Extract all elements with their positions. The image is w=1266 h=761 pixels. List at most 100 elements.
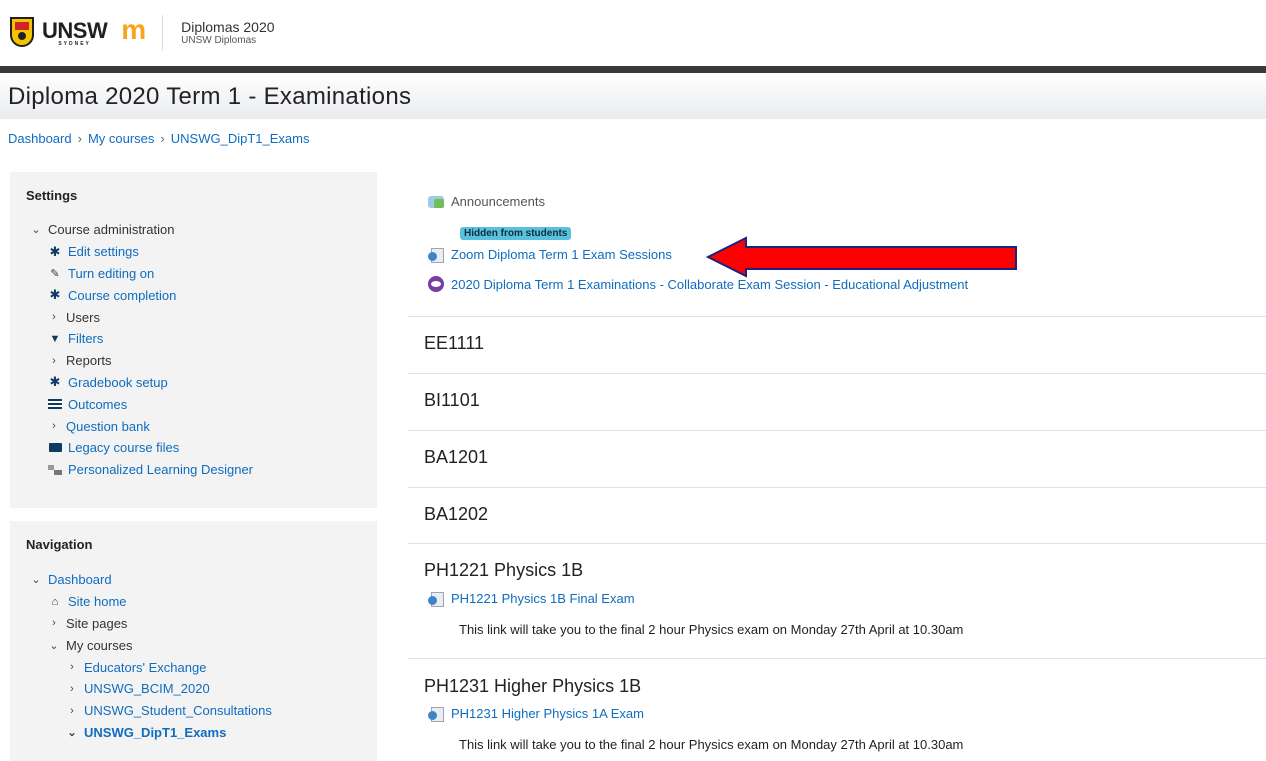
turn-editing-on-link[interactable]: Turn editing on	[68, 266, 154, 281]
collaborate-activity[interactable]: 2020 Diploma Term 1 Examinations - Colla…	[428, 276, 968, 292]
exam-link[interactable]: PH1231 Higher Physics 1A Exam	[451, 706, 644, 721]
exam-activity[interactable]: PH1221 Physics 1B Final Exam	[428, 591, 635, 607]
moodle-logo-icon[interactable]: m	[121, 14, 146, 46]
unsw-logo[interactable]: UNSW SYDNEY	[42, 17, 108, 47]
pencil-icon: ✎	[50, 267, 60, 280]
course-administration-label: Course administration	[48, 222, 175, 238]
chevron-right-icon: ›	[52, 354, 56, 367]
settings-item-legacy-files[interactable]: Legacy course files	[30, 437, 253, 459]
outcomes-link[interactable]: Outcomes	[68, 397, 127, 412]
site-home-link[interactable]: Site home	[68, 594, 127, 609]
page-title: Diploma 2020 Term 1 - Examinations	[8, 83, 412, 110]
section-title: EE1111	[424, 333, 485, 353]
activity-description: This link will take you to the final 2 h…	[459, 622, 964, 637]
nav-item-course[interactable]: › Educators' Exchange	[30, 656, 272, 678]
announcements-activity[interactable]: Announcements	[428, 194, 545, 209]
settings-item-gradebook-setup[interactable]: ✱ Gradebook setup	[30, 372, 253, 394]
forum-icon	[428, 195, 444, 208]
exam-activity[interactable]: PH1231 Higher Physics 1A Exam	[428, 706, 644, 722]
course-section: BI1101	[408, 373, 1266, 430]
navigation-block: Navigation ⌄ Dashboard ⌂ Site home › Sit…	[10, 521, 377, 761]
folder-icon	[48, 443, 62, 453]
nav-item-course[interactable]: › UNSWG_BCIM_2020	[30, 678, 272, 700]
settings-block-title: Settings	[26, 188, 78, 203]
breadcrumb-dashboard[interactable]: Dashboard	[8, 131, 72, 146]
breadcrumb-separator: ›	[160, 131, 165, 146]
gear-icon: ✱	[49, 243, 61, 259]
edit-settings-link[interactable]: Edit settings	[68, 244, 139, 259]
collaborate-icon	[428, 276, 444, 292]
unsw-logo-subtext: SYDNEY	[58, 40, 91, 47]
section-title: PH1221 Physics 1B	[424, 560, 584, 580]
section-title: PH1231 Higher Physics 1B	[424, 676, 642, 696]
nav-item-site-pages[interactable]: › Site pages	[30, 613, 272, 635]
settings-item-reports[interactable]: › Reports	[30, 350, 253, 372]
zoom-activity[interactable]: Zoom Diploma Term 1 Exam Sessions	[428, 247, 672, 263]
nav-item-site-home[interactable]: ⌂ Site home	[30, 591, 272, 613]
settings-block: Settings ⌄ Course administration ✱ Edit …	[10, 172, 377, 508]
chevron-right-icon: ›	[70, 704, 74, 717]
chevron-right-icon: ›	[70, 682, 74, 695]
url-icon	[428, 707, 444, 722]
course-section: BA1201	[408, 430, 1266, 487]
site-subname: UNSW Diplomas	[181, 35, 257, 47]
zoom-link[interactable]: Zoom Diploma Term 1 Exam Sessions	[451, 247, 672, 262]
site-header: UNSW SYDNEY m Diplomas 2020 UNSW Diploma…	[0, 0, 1266, 66]
question-bank-link[interactable]: Question bank	[66, 419, 150, 434]
exam-link[interactable]: PH1221 Physics 1B Final Exam	[451, 591, 635, 606]
settings-item-pld[interactable]: Personalized Learning Designer	[30, 459, 253, 481]
pld-link[interactable]: Personalized Learning Designer	[68, 462, 253, 477]
course-link[interactable]: UNSWG_Student_Consultations	[84, 703, 272, 718]
hidden-from-students-badge: Hidden from students	[460, 227, 572, 240]
users-label: Users	[66, 309, 100, 325]
unsw-crest-logo[interactable]	[8, 15, 36, 51]
settings-item-users[interactable]: › Users	[30, 306, 253, 328]
settings-item-filters[interactable]: ▼ Filters	[30, 328, 253, 350]
settings-item-turn-editing-on[interactable]: ✎ Turn editing on	[30, 263, 253, 285]
chevron-down-icon: ⌄	[67, 726, 77, 739]
course-administration-node[interactable]: ⌄ Course administration	[30, 219, 253, 241]
site-pages-label: Site pages	[66, 615, 128, 631]
chevron-right-icon: ›	[70, 661, 74, 674]
page-header: Diploma 2020 Term 1 - Examinations	[0, 73, 1266, 119]
nav-item-course[interactable]: › UNSWG_Student_Consultations	[30, 700, 272, 722]
settings-item-course-completion[interactable]: ✱ Course completion	[30, 284, 253, 306]
nav-item-dashboard[interactable]: ⌄ Dashboard	[30, 569, 272, 591]
chevron-right-icon: ›	[52, 617, 56, 630]
navigation-tree: ⌄ Dashboard ⌂ Site home › Site pages ⌄ M…	[30, 569, 272, 744]
site-title[interactable]: Diplomas 2020 UNSW Diplomas	[181, 18, 275, 47]
my-courses-label: My courses	[66, 637, 133, 653]
course-link[interactable]: UNSWG_BCIM_2020	[84, 681, 210, 696]
collaborate-link[interactable]: 2020 Diploma Term 1 Examinations - Colla…	[451, 277, 968, 292]
url-icon	[428, 248, 444, 263]
course-link[interactable]: Educators' Exchange	[84, 660, 206, 675]
gear-icon: ✱	[49, 287, 61, 303]
filters-link[interactable]: Filters	[68, 331, 103, 346]
breadcrumb-separator: ›	[77, 131, 82, 146]
red-arrow-annotation	[706, 236, 1017, 278]
breadcrumb-course[interactable]: UNSWG_DipT1_Exams	[171, 131, 310, 146]
current-course-link[interactable]: UNSWG_DipT1_Exams	[84, 725, 226, 740]
activity-description: This link will take you to the final 2 h…	[459, 737, 964, 752]
chevron-down-icon: ⌄	[31, 574, 41, 587]
outcomes-icon	[48, 399, 62, 410]
nav-item-my-courses[interactable]: ⌄ My courses	[30, 634, 272, 656]
dashboard-link[interactable]: Dashboard	[48, 572, 112, 587]
course-section: PH1231 Higher Physics 1B PH1231 Higher P…	[408, 658, 1266, 758]
settings-item-edit-settings[interactable]: ✱ Edit settings	[30, 241, 253, 263]
reports-label: Reports	[66, 353, 112, 369]
unsw-logo-text: UNSW	[42, 17, 108, 43]
legacy-files-link[interactable]: Legacy course files	[68, 440, 179, 455]
chevron-down-icon: ⌄	[49, 639, 59, 652]
breadcrumb: Dashboard › My courses › UNSWG_DipT1_Exa…	[8, 131, 309, 146]
settings-item-outcomes[interactable]: Outcomes	[30, 393, 253, 415]
settings-item-question-bank[interactable]: › Question bank	[30, 415, 253, 437]
breadcrumb-my-courses[interactable]: My courses	[88, 131, 154, 146]
course-completion-link[interactable]: Course completion	[68, 288, 176, 303]
nav-item-current-course[interactable]: ⌄ UNSWG_DipT1_Exams	[30, 722, 272, 744]
gradebook-setup-link[interactable]: Gradebook setup	[68, 375, 168, 390]
section-title: BA1201	[424, 447, 489, 467]
course-section: BA1202	[408, 487, 1266, 543]
site-name: Diplomas 2020	[181, 18, 275, 35]
home-icon: ⌂	[51, 595, 59, 608]
